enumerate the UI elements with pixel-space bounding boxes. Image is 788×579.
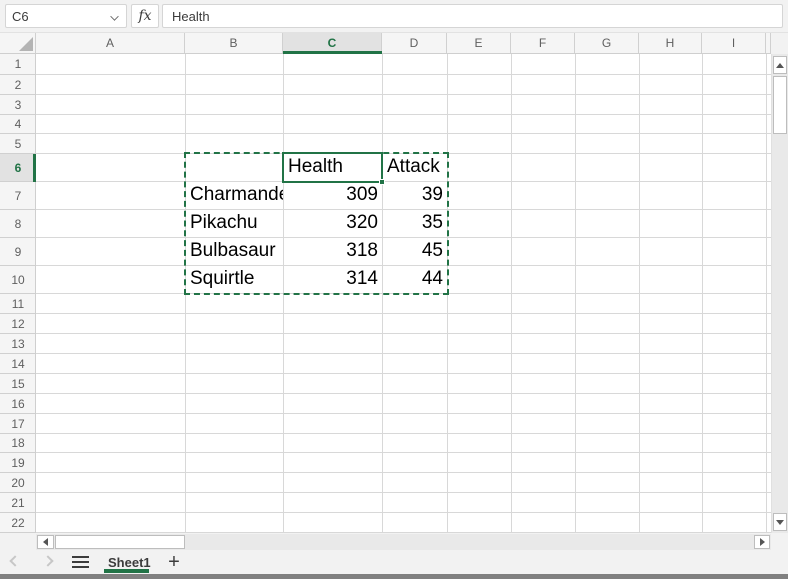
- sheet-grid: ABCDEFGHI1234567891011121314151617181920…: [0, 33, 771, 533]
- gridline: [36, 333, 771, 334]
- cell-C10[interactable]: 314: [284, 266, 382, 293]
- scroll-down-button[interactable]: [773, 513, 787, 531]
- add-sheet-button[interactable]: +: [163, 550, 185, 574]
- row-header-4[interactable]: 4: [0, 115, 36, 134]
- fx-icon: fx: [138, 8, 151, 24]
- plus-icon: +: [168, 551, 180, 574]
- name-box[interactable]: C6: [5, 4, 127, 28]
- column-header-A[interactable]: A: [36, 33, 185, 54]
- gridline: [36, 293, 771, 294]
- column-header-D[interactable]: D: [382, 33, 447, 54]
- gridline: [36, 114, 771, 115]
- scrollbar-corner: [771, 534, 788, 550]
- row-header-22[interactable]: 22: [0, 513, 36, 533]
- formula-bar-row: C6 fx Health: [0, 0, 788, 33]
- gridline: [36, 472, 771, 473]
- row-header-19[interactable]: 19: [0, 453, 36, 473]
- column-header-E[interactable]: E: [447, 33, 511, 54]
- hamburger-icon: [72, 556, 89, 558]
- active-tab-underline: [104, 569, 149, 573]
- name-box-value: C6: [12, 9, 29, 24]
- cell-C9[interactable]: 318: [284, 238, 382, 265]
- row-header-20[interactable]: 20: [0, 473, 36, 493]
- next-sheet-button[interactable]: [42, 555, 53, 566]
- row-header-5[interactable]: 5: [0, 134, 36, 154]
- cell-B7[interactable]: Charmander: [186, 182, 283, 209]
- row-header-border: [35, 54, 36, 533]
- gridline: [36, 433, 771, 434]
- gridline: [36, 133, 771, 134]
- row-header-18[interactable]: 18: [0, 434, 36, 453]
- row-header-16[interactable]: 16: [0, 394, 36, 414]
- arrow-left-icon: [43, 538, 48, 546]
- sheet-list-menu-button[interactable]: [72, 556, 89, 568]
- gridline: [36, 373, 771, 374]
- vertical-scrollbar[interactable]: [771, 54, 788, 533]
- scroll-right-button[interactable]: [754, 535, 770, 549]
- row-header-15[interactable]: 15: [0, 374, 36, 394]
- arrow-right-icon: [760, 538, 765, 546]
- sheet-tab-label: Sheet1: [108, 555, 151, 570]
- row-header-12[interactable]: 12: [0, 314, 36, 334]
- cell-D8[interactable]: 35: [383, 210, 447, 237]
- arrow-down-icon: [776, 520, 784, 525]
- row-header-10[interactable]: 10: [0, 266, 36, 294]
- select-all-corner[interactable]: [0, 33, 36, 54]
- row-header-3[interactable]: 3: [0, 95, 36, 115]
- cell-D10[interactable]: 44: [383, 266, 447, 293]
- row-header-11[interactable]: 11: [0, 294, 36, 314]
- column-header-B[interactable]: B: [185, 33, 283, 54]
- formula-input[interactable]: Health: [162, 4, 783, 28]
- row-header-7[interactable]: 7: [0, 182, 36, 210]
- selected-column-underline: [283, 51, 382, 54]
- row-header-14[interactable]: 14: [0, 354, 36, 374]
- insert-function-button[interactable]: fx: [131, 4, 159, 28]
- cell-C6[interactable]: Health: [284, 154, 382, 181]
- row-header-21[interactable]: 21: [0, 493, 36, 513]
- gridline: [36, 313, 771, 314]
- status-strip: [0, 574, 788, 579]
- horizontal-scrollbar[interactable]: [36, 534, 771, 550]
- spreadsheet-app: C6 fx Health ABCDEFGHI123456789101112131…: [0, 0, 788, 579]
- row-header-1[interactable]: 1: [0, 54, 36, 75]
- cell-B9[interactable]: Bulbasaur: [186, 238, 283, 265]
- row-header-8[interactable]: 8: [0, 210, 36, 238]
- column-header-I[interactable]: I: [702, 33, 766, 54]
- arrow-up-icon: [776, 63, 784, 68]
- vertical-scroll-thumb[interactable]: [773, 76, 787, 134]
- horizontal-scroll-thumb[interactable]: [55, 535, 185, 549]
- cell-D7[interactable]: 39: [383, 182, 447, 209]
- row-header-2[interactable]: 2: [0, 75, 36, 95]
- gridline: [36, 512, 771, 513]
- gridline: [36, 393, 771, 394]
- scroll-up-button[interactable]: [773, 56, 787, 74]
- gridline: [36, 492, 771, 493]
- cell-C7[interactable]: 309: [284, 182, 382, 209]
- cell-D9[interactable]: 45: [383, 238, 447, 265]
- column-header-H[interactable]: H: [639, 33, 702, 54]
- row-header-6[interactable]: 6: [0, 154, 36, 182]
- row-header-9[interactable]: 9: [0, 238, 36, 266]
- gridline: [36, 452, 771, 453]
- chevron-down-icon: [110, 12, 118, 20]
- selected-row-bar: [33, 154, 36, 182]
- column-header-F[interactable]: F: [511, 33, 575, 54]
- row-header-13[interactable]: 13: [0, 334, 36, 354]
- cell-C8[interactable]: 320: [284, 210, 382, 237]
- gridline: [36, 74, 771, 75]
- gridline: [36, 94, 771, 95]
- scroll-left-button[interactable]: [37, 535, 54, 549]
- column-header-clipped: [766, 33, 771, 54]
- gridline: [36, 353, 771, 354]
- row-header-17[interactable]: 17: [0, 414, 36, 434]
- gridline: [36, 532, 771, 533]
- select-all-triangle-icon: [19, 37, 33, 51]
- column-header-G[interactable]: G: [575, 33, 639, 54]
- cell-D6[interactable]: Attack: [383, 154, 447, 181]
- cell-B8[interactable]: Pikachu: [186, 210, 283, 237]
- formula-text: Health: [172, 9, 210, 24]
- cell-B10[interactable]: Squirtle: [186, 266, 283, 293]
- gridline: [36, 413, 771, 414]
- previous-sheet-button[interactable]: [9, 555, 20, 566]
